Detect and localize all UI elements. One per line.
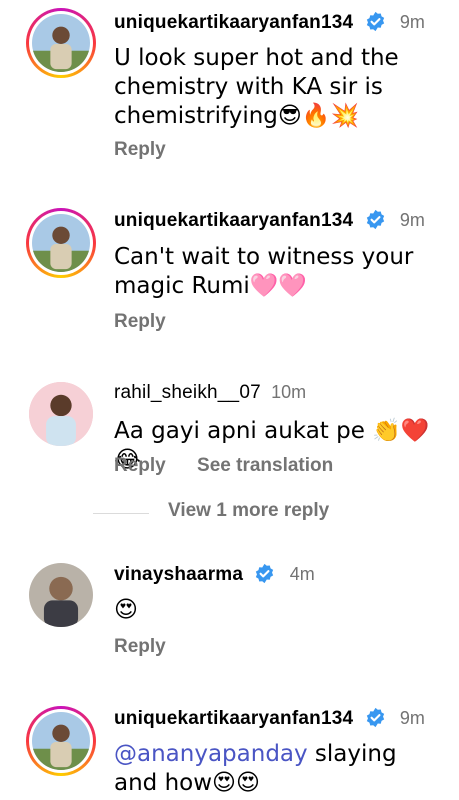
comment-username[interactable]: vinayshaarma [114, 564, 243, 585]
reply-button[interactable]: Reply [114, 311, 166, 332]
avatar[interactable] [29, 563, 93, 627]
verified-badge-icon [366, 707, 384, 728]
reply-button[interactable]: Reply [114, 139, 166, 160]
comment-timestamp: 9m [399, 12, 425, 32]
comment-username[interactable]: uniquekartikaaryanfan134 [114, 708, 353, 729]
comment-username[interactable]: uniquekartikaaryanfan134 [114, 12, 353, 33]
comment-text: @ananyapanday slaying and how😍😍 [114, 740, 434, 798]
comment-text: U look super hot and the chemistry with … [114, 45, 399, 129]
comment-timestamp: 4m [289, 564, 315, 584]
comment-text: Can't wait to witness your magic Rumi🩷🩷 [114, 244, 414, 299]
comment-username[interactable]: rahil_sheikh__07 [114, 382, 261, 403]
avatar[interactable] [26, 8, 96, 78]
verified-badge-icon [256, 563, 274, 584]
comment-text: 😍 [114, 597, 138, 623]
comment-username[interactable]: uniquekartikaaryanfan134 [114, 210, 353, 231]
avatar[interactable] [26, 208, 96, 278]
comment-timestamp: 9m [399, 210, 425, 230]
reply-button[interactable]: Reply [114, 455, 166, 476]
verified-badge-icon [366, 209, 384, 230]
verified-badge-icon [366, 11, 384, 32]
view-more-replies-button[interactable]: View 1 more reply [168, 500, 329, 522]
comment-list: uniquekartikaaryanfan134 9m U look super… [0, 0, 459, 800]
avatar[interactable] [26, 706, 96, 776]
see-translation-button[interactable]: See translation [197, 455, 333, 476]
avatar[interactable] [29, 382, 93, 446]
divider-line [93, 513, 149, 514]
comment-timestamp: 10m [271, 382, 307, 402]
mention-link[interactable]: @ananyapanday [114, 741, 308, 767]
comment-timestamp: 9m [399, 708, 425, 728]
reply-button[interactable]: Reply [114, 636, 166, 657]
